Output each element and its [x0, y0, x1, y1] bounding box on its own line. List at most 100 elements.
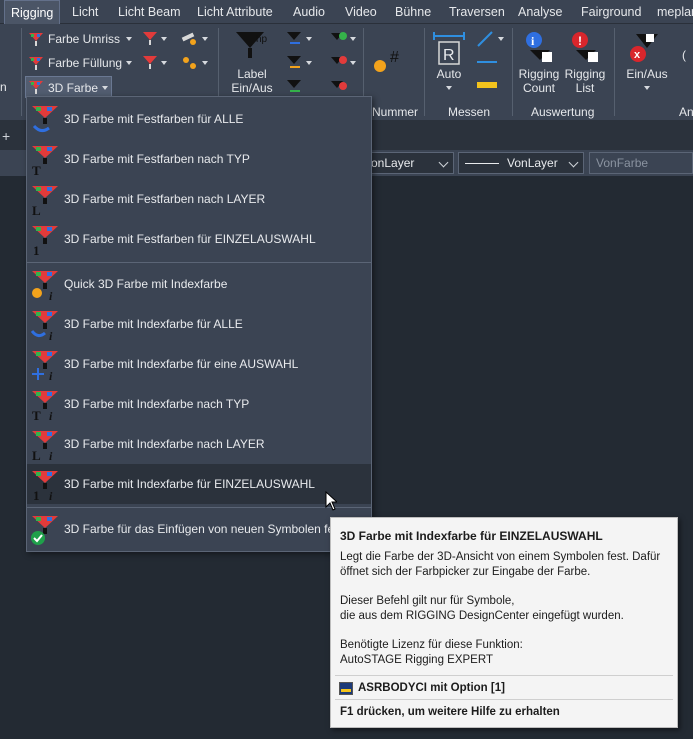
linetype-sample [465, 163, 499, 165]
funnel-icon[interactable] [286, 78, 304, 94]
svg-text:T: T [32, 408, 41, 421]
ruler-icon[interactable] [476, 80, 498, 90]
partial-label: ( [682, 48, 686, 62]
tab-audio[interactable]: Audio [293, 0, 325, 24]
funnel-icon[interactable] [286, 30, 304, 46]
chevron-down-icon[interactable] [350, 61, 356, 65]
funnel-all-index-icon: i [30, 311, 58, 341]
svg-text:1: 1 [33, 243, 40, 256]
funnel-icon [29, 57, 43, 70]
tab-fairground[interactable]: Fairground [581, 0, 641, 24]
panel-title-messen: Messen [448, 105, 491, 119]
tab-meplan[interactable]: meplan [657, 0, 693, 24]
linetype-dropdown[interactable]: VonLayer [458, 152, 584, 174]
funnel-type-icon: T [32, 146, 58, 176]
menu-item-quick-indexfarbe[interactable]: i Quick 3D Farbe mit Indexfarbe [27, 264, 371, 304]
funnel-selection-index-icon: i [32, 351, 58, 381]
tab-licht-beam[interactable]: Licht Beam [118, 0, 181, 24]
add-icon[interactable] [330, 30, 348, 48]
lineweight-dropdown[interactable]: VonFarbe [589, 152, 693, 174]
tab-traversen[interactable]: Traversen [449, 0, 505, 24]
label-icon: hp [236, 32, 268, 58]
tooltip-f1-hint: F1 drücken, um weitere Hilfe zu erhalten [340, 706, 560, 718]
3d-farbe-dropdown-icon[interactable] [102, 86, 108, 90]
tooltip-title: 3D Farbe mit Indexfarbe für EINZELAUSWAH… [340, 529, 603, 543]
menu-item-indexfarbe-layer[interactable]: Li 3D Farbe mit Indexfarbe nach LAYER [27, 424, 371, 464]
menu-item-indexfarbe-alle[interactable]: i 3D Farbe mit Indexfarbe für ALLE [27, 304, 371, 344]
menu-item-indexfarbe-auswahl[interactable]: i 3D Farbe mit Indexfarbe für eine AUSWA… [27, 344, 371, 384]
tab-licht[interactable]: Licht [72, 0, 98, 24]
menu-item-indexfarbe-typ[interactable]: Ti 3D Farbe mit Indexfarbe nach TYP [27, 384, 371, 424]
command-line-icon [339, 682, 353, 695]
tab-video[interactable]: Video [345, 0, 377, 24]
funnel-check-icon [31, 516, 58, 545]
funnel-layer-index-icon: Li [32, 431, 58, 461]
funnel-icon [29, 33, 43, 46]
cancel-icon: x [630, 34, 658, 62]
tooltip-command: ASRBODYCI mit Option [1] [358, 682, 505, 694]
3d-farbe-menu: 3D Farbe mit Festfarben für ALLE T 3D Fa… [26, 96, 372, 552]
funnel-icon [29, 81, 43, 94]
funnel-single-icon: 1 [32, 226, 58, 256]
svg-text:x: x [634, 49, 641, 61]
ribbon-left-edge-label: n [0, 80, 7, 94]
svg-text:R: R [443, 47, 455, 64]
svg-text:L: L [32, 203, 41, 216]
number-icon[interactable]: # [370, 46, 406, 76]
svg-text:i: i [49, 409, 53, 421]
chevron-down-icon[interactable] [306, 61, 312, 65]
menu-item-indexfarbe-einzelauswahl[interactable]: 1i 3D Farbe mit Indexfarbe für EINZELAUS… [27, 464, 371, 504]
chevron-down-icon[interactable] [498, 37, 504, 41]
panel-title-auswertung: Auswertung [531, 105, 595, 119]
svg-text:i: i [49, 489, 53, 501]
alert-icon: ! [572, 32, 598, 62]
chevron-down-icon[interactable] [306, 37, 312, 41]
chevron-down-icon[interactable] [446, 86, 452, 90]
funnel-type-index-icon: Ti [32, 391, 58, 421]
tooltip-note-line: Dieser Befehl gilt nur für Symbole, [340, 595, 515, 607]
delete-icon[interactable] [330, 78, 348, 94]
chevron-down-icon[interactable] [202, 37, 208, 41]
remove-icon[interactable] [330, 54, 348, 72]
farbe-umriss-dropdown-icon[interactable] [126, 37, 132, 41]
menu-item-3d-farbe-neue-symbole[interactable]: 3D Farbe für das Einfügen von neuen Symb… [27, 509, 371, 549]
svg-text:!: ! [578, 34, 582, 48]
horizontal-measure-icon[interactable] [476, 56, 498, 68]
sparkle-icon[interactable] [180, 54, 198, 70]
svg-text:#: # [390, 49, 399, 66]
3d-farbe-button[interactable]: 3D Farbe [25, 76, 112, 98]
menu-item-festfarben-layer[interactable]: L 3D Farbe mit Festfarben nach LAYER [27, 179, 371, 219]
color-dropdown[interactable]: onLayer [364, 152, 454, 174]
funnel-icon[interactable] [286, 54, 304, 70]
chevron-down-icon [438, 157, 449, 168]
chevron-down-icon[interactable] [202, 61, 208, 65]
ribbon-separator [424, 28, 425, 116]
tab-analyse[interactable]: Analyse [518, 0, 562, 24]
tooltip-description-line: Legt die Farbe der 3D-Ansicht von einem … [340, 551, 661, 563]
funnel-icon[interactable] [142, 30, 158, 46]
chevron-down-icon[interactable] [644, 86, 650, 90]
svg-text:i: i [49, 289, 53, 301]
menu-separator [27, 262, 371, 263]
menu-item-festfarben-einzelauswahl[interactable]: 1 3D Farbe mit Festfarben für EINZELAUSW… [27, 219, 371, 259]
funnel-all-icon [32, 106, 58, 133]
chevron-down-icon[interactable] [161, 37, 167, 41]
svg-text:1: 1 [33, 488, 40, 501]
chevron-down-icon [568, 157, 579, 168]
ribbon-tab-bar: Rigging Licht Licht Beam Licht Attribute… [0, 0, 693, 24]
info-icon: i [526, 32, 552, 62]
tab-licht-attribute[interactable]: Licht Attribute [197, 0, 273, 24]
new-drawing-tab-icon[interactable]: + [2, 128, 10, 144]
tab-rigging[interactable]: Rigging [4, 0, 61, 24]
menu-item-festfarben-alle[interactable]: 3D Farbe mit Festfarben für ALLE [27, 99, 371, 139]
ribbon-separator [512, 28, 513, 116]
panel-title-nummer: Nummer [372, 105, 419, 119]
menu-item-festfarben-typ[interactable]: T 3D Farbe mit Festfarben nach TYP [27, 139, 371, 179]
tab-buehne[interactable]: Bühne [395, 0, 431, 24]
chevron-down-icon[interactable] [161, 61, 167, 65]
chevron-down-icon[interactable] [350, 37, 356, 41]
diagonal-measure-icon[interactable] [476, 30, 494, 48]
brush-icon[interactable] [180, 30, 198, 46]
farbe-fuellung-dropdown-icon[interactable] [126, 61, 132, 65]
funnel-icon[interactable] [142, 54, 158, 70]
